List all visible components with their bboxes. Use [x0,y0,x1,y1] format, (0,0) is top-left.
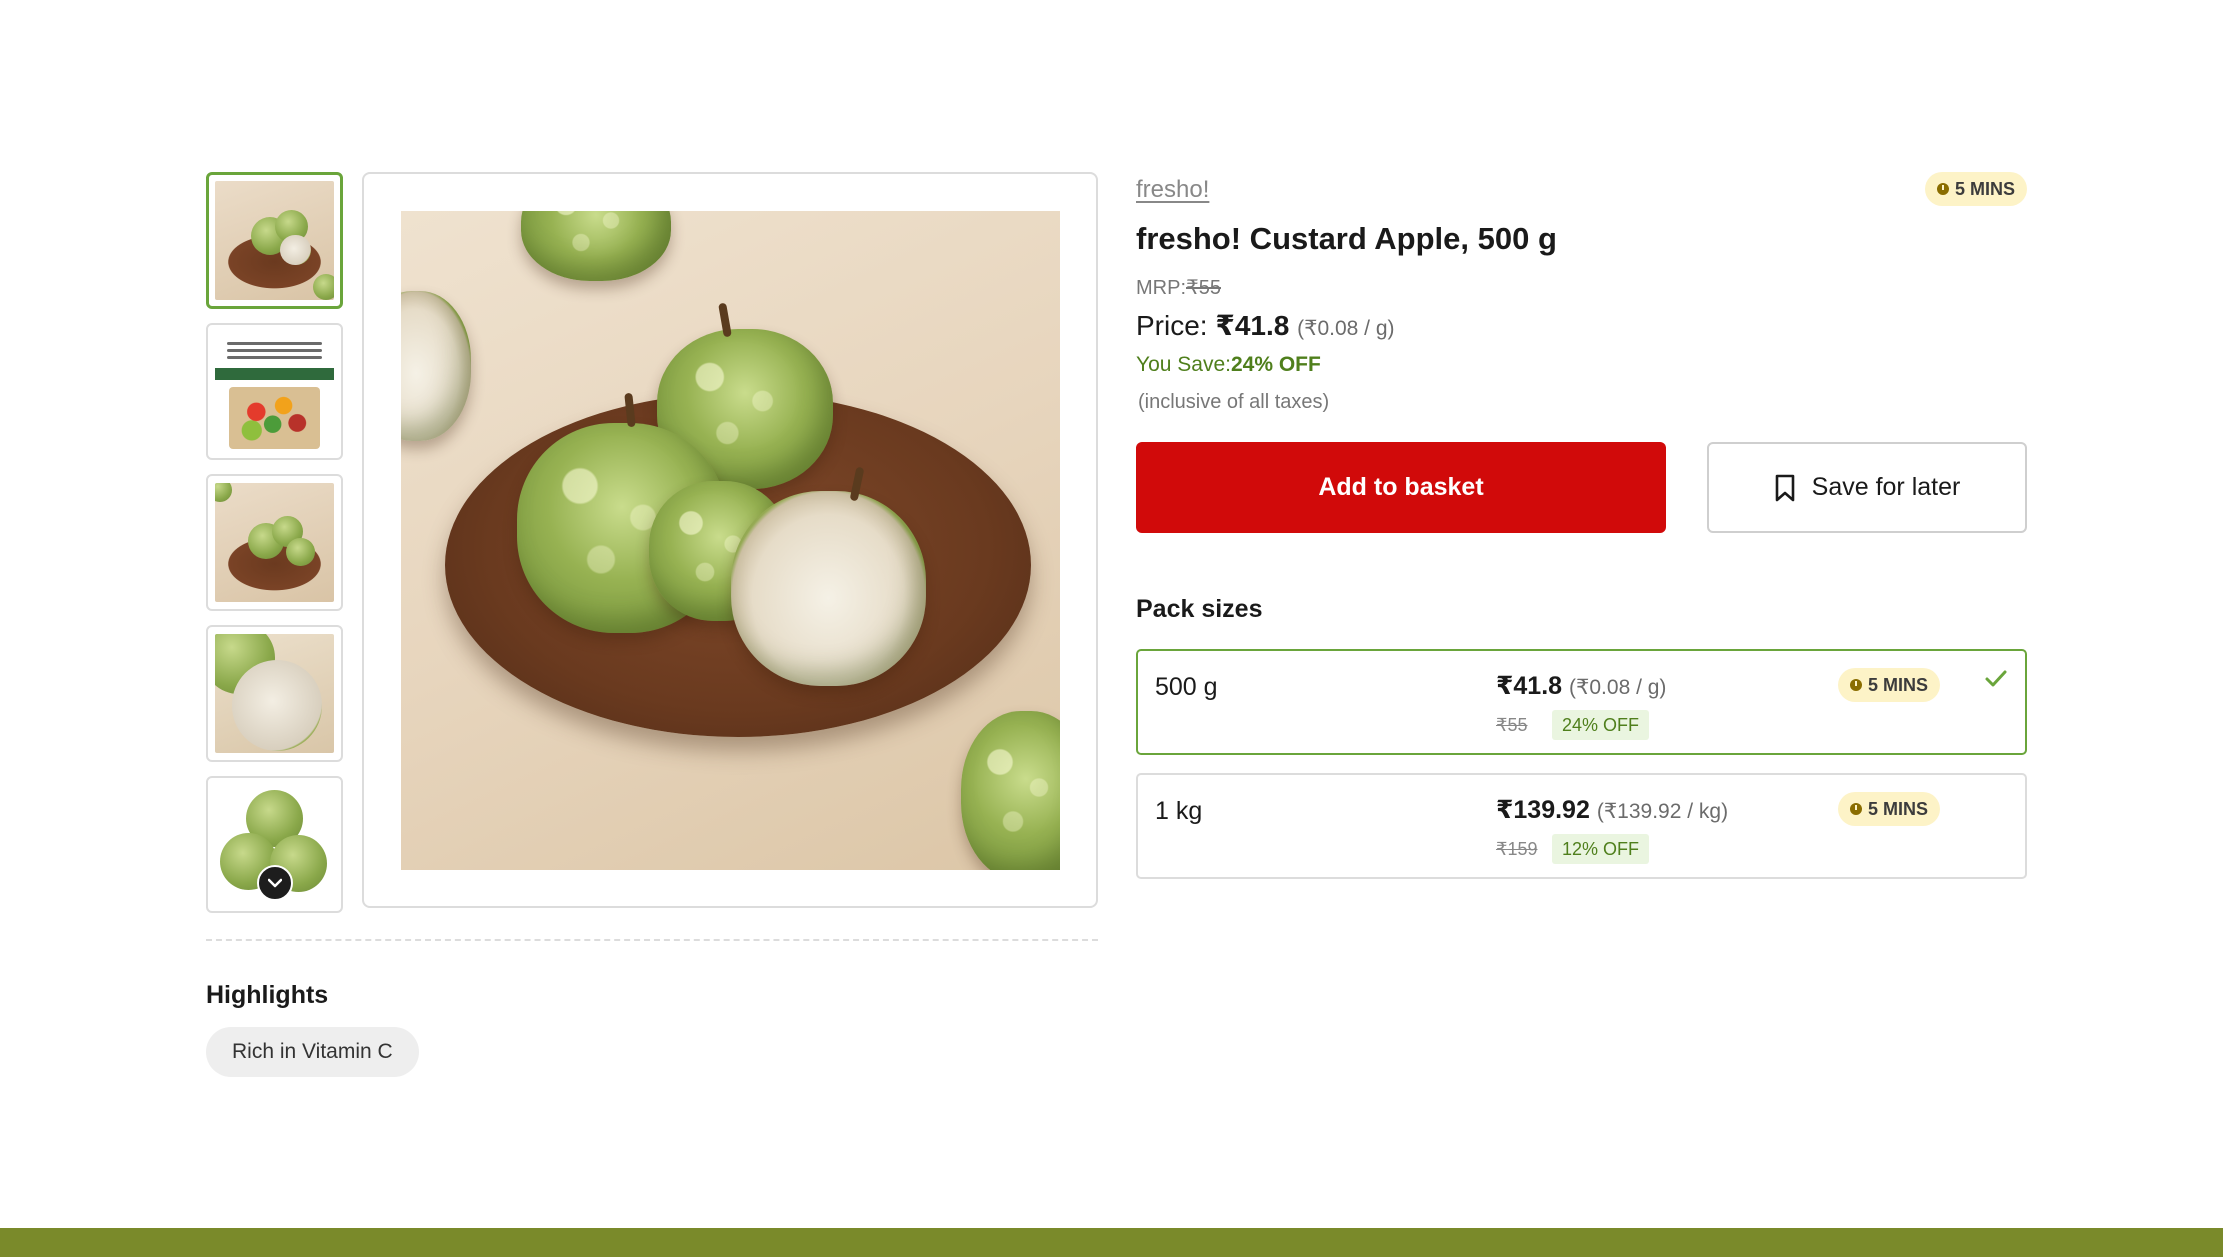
savings-label: You Save: [1136,353,1231,376]
save-for-later-button[interactable]: Save for later [1707,442,2027,533]
pack-option-1kg[interactable]: 1 kg ₹139.92 (₹139.92 / kg) ₹159 12% OFF… [1136,773,2027,879]
thumbnail-3[interactable] [206,474,343,611]
savings: You Save:24% OFF [1136,353,1321,377]
pack-sizes-title: Pack sizes [1136,595,1263,623]
pack-mrp: ₹55 [1496,715,1528,735]
main-product-image[interactable] [401,211,1060,870]
pack-option-500g[interactable]: 500 g ₹41.8 (₹0.08 / g) ₹55 24% OFF 5 MI… [1136,649,2027,755]
pack-price: ₹139.92 (₹139.92 / kg) [1496,795,1728,825]
thumbnail-4[interactable] [206,625,343,762]
thumbnail-5[interactable] [206,776,343,913]
delivery-eta-badge: 5 MINS [1838,668,1941,702]
eta-text: 5 MINS [1954,178,2015,199]
thumbnail-2[interactable] [206,323,343,460]
clock-icon [1850,803,1862,815]
pack-price-value: ₹139.92 [1496,796,1590,824]
highlight-chip: Rich in Vitamin C [206,1027,419,1077]
pack-price: ₹41.8 (₹0.08 / g) [1496,671,1666,701]
clock-icon [1936,183,1949,195]
highlights-title: Highlights [206,981,329,1009]
pack-price-unit: (₹139.92 / kg) [1596,800,1729,823]
thumbnail-image [215,181,334,300]
main-image-frame [362,172,1098,908]
mrp-value: ₹55 [1186,277,1221,299]
tax-note: (inclusive of all taxes) [1138,391,1330,413]
thumbnail-image [215,483,334,602]
savings-value: 24% OFF [1230,353,1321,376]
thumbnail-image [215,332,334,451]
price-label: Price: [1136,310,1216,341]
pack-price-value: ₹41.8 [1496,672,1563,700]
bookmark-icon [1775,474,1794,501]
thumbnail-list [206,172,343,927]
price-per-unit: (₹0.08 / g) [1297,317,1395,340]
pack-size: 1 kg [1155,797,1203,825]
mrp-label: MRP: [1136,277,1186,299]
save-for-later-label: Save for later [1811,473,1961,501]
thumbnail-image [215,634,334,753]
mrp: MRP:₹55 [1136,275,1221,300]
pack-size: 500 g [1155,673,1218,701]
check-icon [1985,670,2007,687]
delivery-eta-badge: 5 MINS [1924,172,2027,206]
pack-discount-badge: 12% OFF [1552,834,1650,864]
brand-link[interactable]: fresho! [1136,176,1209,204]
add-to-basket-button[interactable]: Add to basket [1136,442,1666,533]
clock-icon [1850,679,1862,691]
section-divider [206,939,1098,941]
footer-band [0,1228,2223,1257]
pack-mrp: ₹159 [1496,839,1538,859]
eta-text: 5 MINS [1868,674,1929,695]
product-title: fresho! Custard Apple, 500 g [1136,221,1557,256]
price-value: ₹41.8 [1215,310,1290,341]
delivery-eta-badge: 5 MINS [1838,792,1941,826]
thumbnail-1[interactable] [206,172,343,309]
pack-discount-badge: 24% OFF [1552,710,1650,740]
eta-text: 5 MINS [1868,798,1929,819]
scroll-thumbnails-button[interactable] [256,865,293,901]
price: Price: ₹41.8 (₹0.08 / g) [1136,309,1395,342]
pack-price-unit: (₹0.08 / g) [1569,676,1667,699]
chevron-down-icon [267,878,282,888]
